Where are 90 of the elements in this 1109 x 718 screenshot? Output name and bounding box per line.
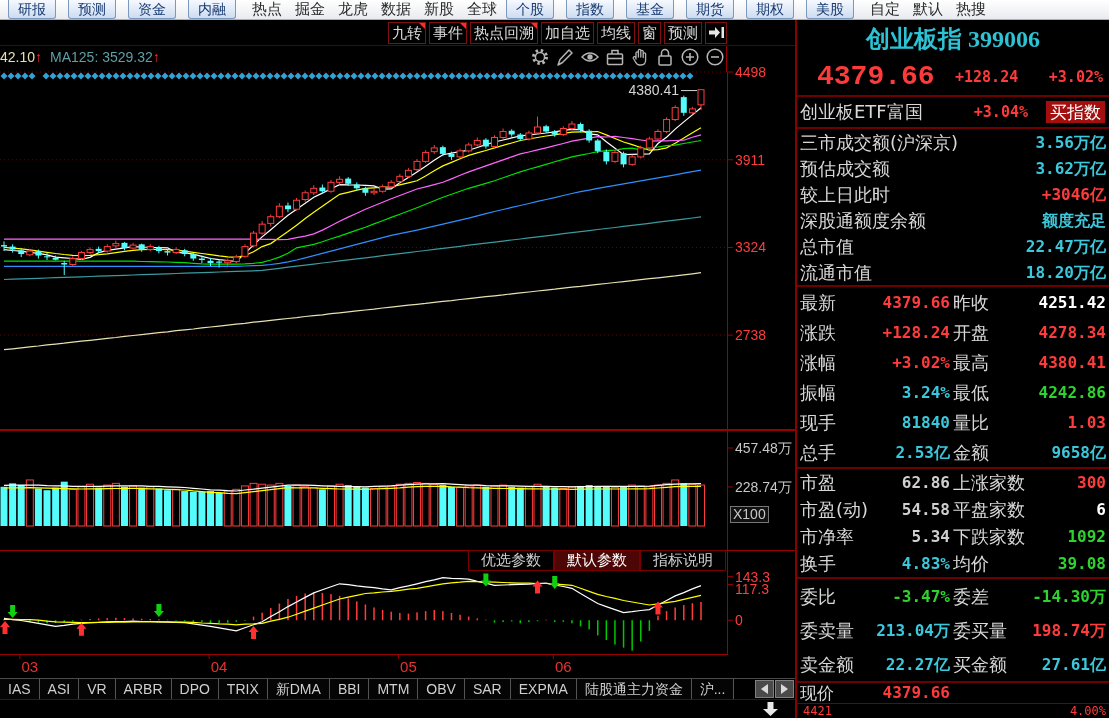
stat-value: +3046亿 <box>1041 183 1106 205</box>
volume-axis-label: 228.74万 <box>735 479 792 495</box>
stat-value: 39.08 <box>1057 553 1106 574</box>
stat-label: 最新 <box>800 291 836 313</box>
stat-label: 买金额 <box>953 653 1007 675</box>
stat-label: 流通市值 <box>800 261 872 283</box>
stat-value: 5.34 <box>911 526 950 547</box>
stat-value: 198.74万 <box>1032 619 1106 641</box>
stat-value: 4379.66 <box>882 291 950 313</box>
stat-label: 量比 <box>953 411 989 433</box>
stat-label: 总市值 <box>800 235 854 257</box>
scale-price-label: 4421 <box>803 704 832 718</box>
stat-value: 1.03 <box>1067 411 1106 433</box>
etf-change: +3.04% <box>973 102 1028 122</box>
stat-label: 金额 <box>953 441 989 463</box>
stat-label: 深股通额度余额 <box>800 209 926 231</box>
stat-value: 3.62万亿 <box>1035 157 1106 179</box>
stat-value: +3.02% <box>892 351 950 373</box>
scale-percent-label: 4.00% <box>1069 704 1106 718</box>
stat-label: 开盘 <box>953 321 989 343</box>
stat-label: 三市成交额(沪深京) <box>800 131 959 153</box>
stat-label: 涨跌 <box>800 321 836 343</box>
stat-value: 1092 <box>1067 526 1106 547</box>
stat-label: 换手 <box>800 553 836 574</box>
stat-value: 2.53亿 <box>895 441 950 463</box>
stat-value: 300 <box>1077 472 1106 493</box>
stat-value: 22.27亿 <box>885 653 950 675</box>
stat-value: 3.24% <box>901 381 950 403</box>
indicator-axis-label: 143.3 <box>735 568 771 585</box>
stat-value: 54.58 <box>901 499 950 520</box>
etf-name: 创业板ETF富国 <box>800 101 923 123</box>
stat-label: 市净率 <box>800 526 854 547</box>
stat-value: 27.61亿 <box>1041 653 1106 675</box>
date-axis-label: 03 <box>21 658 39 675</box>
stat-value: -3.47% <box>892 585 950 607</box>
stat-value: 213.04万 <box>876 619 950 641</box>
stat-value: 18.20万亿 <box>1025 261 1106 283</box>
stat-label: 现价 <box>800 683 834 702</box>
multiplier-label: X100 <box>730 506 769 523</box>
price-axis-label: 4498 <box>735 64 767 80</box>
stat-value: 4379.66 <box>882 683 950 702</box>
stat-value: 4278.34 <box>1038 321 1106 343</box>
stat-value: 62.86 <box>901 472 950 493</box>
stat-label: 最高 <box>953 351 989 373</box>
volume-axis-label: 457.48万 <box>735 440 792 456</box>
price-axis-label: 3911 <box>735 151 766 168</box>
stat-label: 预估成交额 <box>800 157 890 179</box>
stat-label: 均价 <box>953 553 989 574</box>
date-axis-label: 06 <box>555 658 572 675</box>
moving-average-label: 42.10↑ <box>0 49 43 65</box>
stat-label: 昨收 <box>953 291 989 313</box>
change-percent: +3.02% <box>1048 66 1103 87</box>
stat-value: 4242.86 <box>1038 381 1106 403</box>
stat-label: 卖金额 <box>800 653 854 675</box>
last-price: 4379.66 <box>817 60 936 93</box>
stat-label: 振幅 <box>800 381 836 403</box>
stat-value: 额度充足 <box>1042 209 1106 231</box>
stat-value: 3.56万亿 <box>1035 131 1106 153</box>
date-axis-label: 04 <box>210 658 228 675</box>
stat-value: 4380.41 <box>1038 351 1106 373</box>
stat-label: 最低 <box>953 381 989 403</box>
stat-label: 总手 <box>800 441 836 463</box>
stat-label: 平盘家数 <box>953 499 1025 520</box>
price-change: +128.24 <box>955 66 1019 87</box>
price-axis-label: 3324 <box>735 239 767 256</box>
stat-value: 22.47万亿 <box>1025 235 1106 257</box>
stat-label: 市盈(动) <box>800 499 869 520</box>
stat-label: 市盈 <box>800 472 836 493</box>
price-axis-label: 2738 <box>735 327 767 344</box>
stat-value: 6 <box>1096 499 1106 520</box>
date-axis-label: 05 <box>400 658 417 675</box>
stat-label: 较上日此时 <box>800 183 890 205</box>
index-title: 创业板指 399006 <box>866 25 1040 54</box>
stat-label: 上涨家数 <box>953 472 1025 493</box>
stat-value: -14.30万 <box>1032 585 1106 607</box>
stat-value: 81840 <box>901 411 950 433</box>
stat-label: 下跌家数 <box>953 526 1025 547</box>
stat-label: 现手 <box>800 411 836 433</box>
stat-value: +128.24 <box>882 321 950 343</box>
moving-average-label: MA125: 3529.32↑ <box>50 49 160 65</box>
stat-value: 9658亿 <box>1051 441 1106 463</box>
stat-label: 委卖量 <box>800 619 854 641</box>
stat-label: 涨幅 <box>800 351 836 373</box>
stat-label: 委买量 <box>953 619 1007 641</box>
stat-value: 4.83% <box>901 553 950 574</box>
indicator-axis-label: 0 <box>735 612 743 629</box>
stat-value: 4251.42 <box>1038 291 1106 313</box>
high-price-label: 4380.41 <box>628 81 679 98</box>
stat-label: 委比 <box>800 585 836 607</box>
stat-label: 委差 <box>953 585 989 607</box>
